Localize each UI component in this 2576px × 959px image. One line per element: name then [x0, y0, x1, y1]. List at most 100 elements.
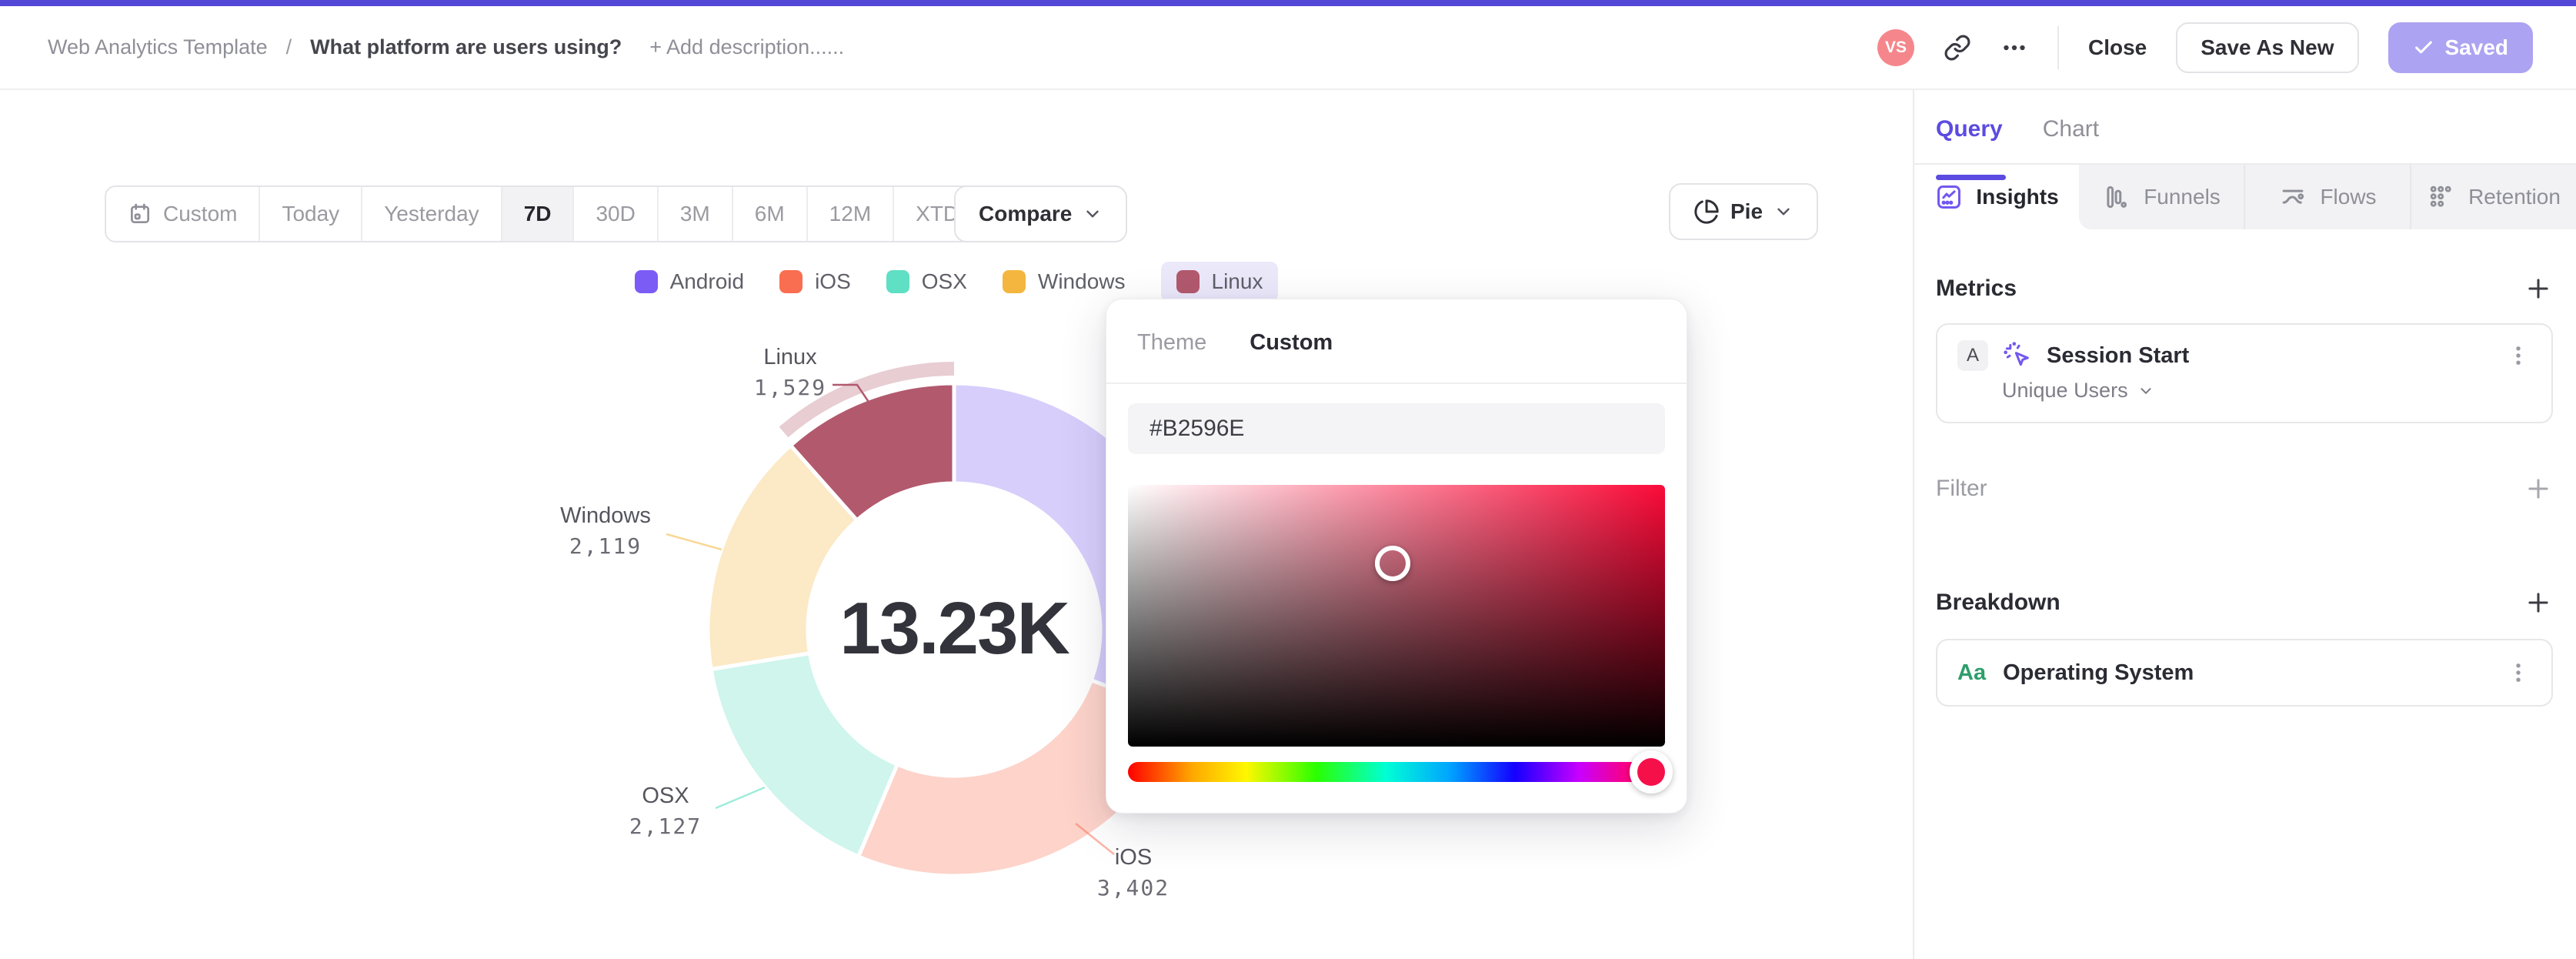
saved-button[interactable]: Saved: [2387, 22, 2533, 73]
more-options-icon[interactable]: [2000, 34, 2028, 62]
compare-button[interactable]: Compare: [954, 185, 1128, 242]
view-tab-label: Flows: [2320, 185, 2377, 209]
query-sidebar: Query Chart Insights Funnels Flows Reten…: [1914, 90, 2576, 959]
legend-item-windows[interactable]: Windows: [1002, 262, 1126, 302]
link-icon[interactable]: [1944, 34, 1971, 62]
pie-chart-icon: [1694, 199, 1719, 224]
range-label: Custom: [163, 202, 238, 226]
page-title[interactable]: What platform are users using?: [310, 35, 622, 59]
metrics-header: Metrics: [1936, 274, 2553, 303]
retention-icon: [2430, 185, 2451, 207]
slice-osx[interactable]: [709, 651, 899, 859]
breakdown-header: Breakdown: [1936, 588, 2553, 617]
legend-label: Linux: [1211, 269, 1263, 293]
top-accent-bar: [0, 0, 2576, 6]
tab-custom[interactable]: Custom: [1250, 330, 1333, 356]
range-12m[interactable]: 12M: [808, 187, 895, 241]
range-7d[interactable]: 7D: [502, 187, 575, 241]
legend-label: Android: [669, 269, 745, 293]
avatar[interactable]: VS: [1877, 28, 1914, 66]
add-description-button[interactable]: + Add description......: [649, 35, 844, 59]
tab-flows[interactable]: Flows: [2245, 165, 2411, 229]
chevron-down-icon: [1777, 208, 1790, 216]
saturation-value-area[interactable]: [1128, 485, 1665, 747]
leader-line-osx: [715, 786, 766, 810]
analysis-view-tabs: Insights Funnels Flows Retention: [1914, 165, 2576, 229]
header: Web Analytics Template / What platform a…: [0, 6, 2576, 90]
range-label: XTD: [916, 202, 959, 226]
chart-legend: Android iOS OSX Windows Linux: [0, 259, 1913, 305]
legend-item-osx[interactable]: OSX: [886, 262, 967, 302]
slice-label-name: OSX: [642, 784, 689, 808]
leader-line-windows: [666, 533, 722, 551]
legend-swatch: [1002, 270, 1026, 293]
tab-query[interactable]: Query: [1936, 116, 2006, 180]
legend-swatch: [779, 270, 803, 293]
chart-type-label: Pie: [1730, 199, 1763, 223]
slice-label-linux: Linux 1,529: [732, 345, 848, 400]
slice-label-value: 2,119: [569, 533, 642, 559]
range-yesterday[interactable]: Yesterday: [362, 187, 502, 241]
breadcrumb[interactable]: Web Analytics Template: [48, 35, 268, 59]
legend-label: Windows: [1037, 269, 1126, 293]
slice-label-name: Linux: [763, 345, 817, 369]
tab-funnels[interactable]: Funnels: [2079, 165, 2245, 229]
breakdown-card[interactable]: Aa Operating System: [1936, 639, 2553, 707]
range-label: 30D: [596, 202, 636, 226]
range-label: 12M: [829, 202, 872, 226]
metric-letter-badge: A: [1957, 340, 1988, 371]
tab-retention[interactable]: Retention: [2411, 165, 2576, 229]
range-6m[interactable]: 6M: [733, 187, 808, 241]
tab-chart[interactable]: Chart: [2043, 116, 2099, 163]
legend-swatch: [1176, 270, 1200, 293]
color-selector-handle[interactable]: [1375, 546, 1411, 581]
slice-label-value: 3,402: [1096, 875, 1170, 901]
slice-label-name: iOS: [1114, 845, 1153, 870]
legend-item-android[interactable]: Android: [634, 262, 745, 302]
range-30d[interactable]: 30D: [574, 187, 659, 241]
hue-slider-thumb[interactable]: [1630, 750, 1673, 794]
add-filter-icon[interactable]: [2524, 474, 2553, 503]
aggregation-label: Unique Users: [2002, 379, 2128, 402]
breadcrumb-separator: /: [285, 35, 292, 58]
metric-card[interactable]: A Session Start Unique Users: [1936, 323, 2553, 423]
range-label: 7D: [523, 202, 552, 226]
check-icon: [2414, 40, 2432, 53]
range-label: Today: [282, 202, 340, 226]
metric-aggregation-dropdown[interactable]: Unique Users: [2002, 379, 2531, 403]
save-as-new-button[interactable]: Save As New: [2176, 22, 2359, 73]
slice-label-name: Windows: [560, 503, 651, 528]
slice-label-ios: iOS 3,402: [1083, 845, 1183, 901]
chart-type-button[interactable]: Pie: [1669, 183, 1819, 240]
tab-theme[interactable]: Theme: [1137, 330, 1206, 356]
hex-color-input[interactable]: #B2596E: [1128, 403, 1665, 454]
sidebar-tabs: Query Chart: [1914, 90, 2576, 180]
range-today[interactable]: Today: [260, 187, 363, 241]
range-3m[interactable]: 3M: [659, 187, 733, 241]
event-click-icon: [2004, 342, 2029, 366]
breakdown-title: Breakdown: [1936, 590, 2060, 615]
saved-label: Saved: [2444, 35, 2509, 59]
insights-icon: [1937, 185, 1961, 209]
breakdown-property: Operating System: [2003, 660, 2194, 685]
add-metric-icon[interactable]: [2524, 274, 2553, 303]
kebab-menu-icon[interactable]: [2505, 342, 2531, 369]
legend-item-linux[interactable]: Linux: [1160, 262, 1279, 302]
range-custom[interactable]: Custom: [106, 187, 261, 241]
range-label: Yesterday: [384, 202, 479, 226]
legend-swatch: [634, 270, 658, 293]
property-type-badge: Aa: [1957, 660, 1987, 685]
view-tab-label: Insights: [1976, 185, 2059, 209]
compare-label: Compare: [979, 202, 1073, 226]
metrics-title: Metrics: [1936, 276, 2017, 301]
kebab-menu-icon[interactable]: [2505, 660, 2531, 686]
close-button[interactable]: Close: [2088, 35, 2147, 60]
add-breakdown-icon[interactable]: [2524, 588, 2553, 617]
app-window: Web Analytics Template / What platform a…: [0, 0, 2576, 959]
hue-slider[interactable]: [1128, 750, 1673, 794]
legend-item-ios[interactable]: iOS: [779, 262, 851, 302]
slice-label-value: 2,127: [629, 814, 702, 839]
slice-label-osx: OSX 2,127: [616, 784, 716, 839]
chevron-down-icon: [1086, 210, 1099, 218]
header-divider: [2057, 25, 2059, 69]
